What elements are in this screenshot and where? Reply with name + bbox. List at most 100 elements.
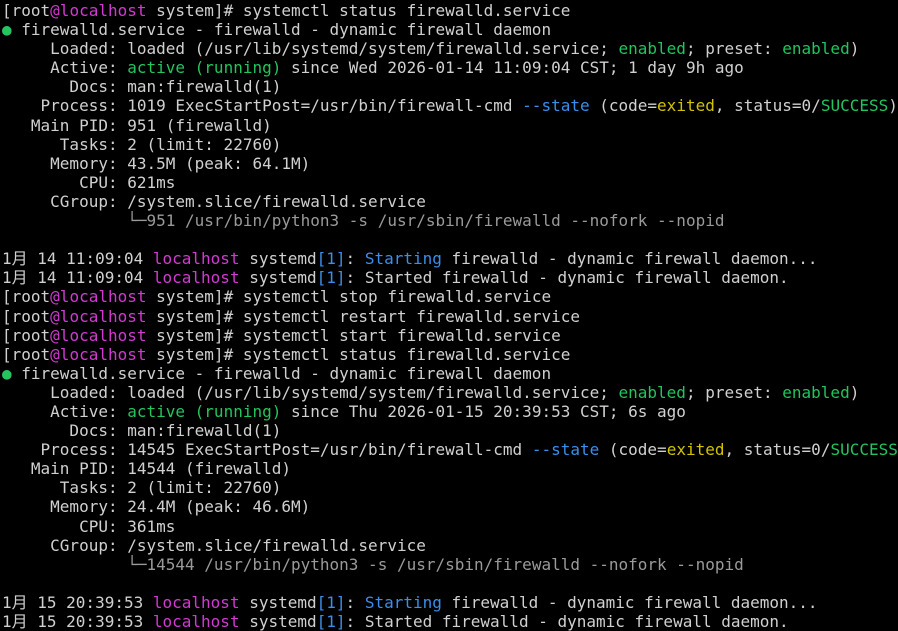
terminal-line: Main PID: 951 (firewalld) [0,116,898,135]
terminal-text-segment: Active: [2,402,127,421]
terminal-text-segment: ; preset: [686,39,782,58]
terminal-line: Docs: man:firewalld(1) [0,77,898,96]
terminal-text-segment: : [346,249,365,268]
terminal-text-segment: , status=0/ [715,96,821,115]
terminal-line [0,230,898,249]
terminal-line: CGroup: /system.slice/firewalld.service [0,536,898,555]
terminal-line: ● firewalld.service - firewalld - dynami… [0,20,898,39]
terminal-text-segment: active (running) [127,402,281,421]
terminal-line: Tasks: 2 (limit: 22760) [0,135,898,154]
terminal-text-segment: @localhost [50,326,146,345]
terminal-text-segment: [root [2,1,50,20]
terminal-line: Memory: 24.4M (peak: 46.6M) [0,497,898,516]
terminal-text-segment: @localhost [50,345,146,364]
terminal-line: Memory: 43.5M (peak: 64.1M) [0,154,898,173]
terminal-text-segment: [1] [317,249,346,268]
terminal-line [0,574,898,593]
terminal-line: CPU: 621ms [0,173,898,192]
terminal-text-segment: enabled [619,383,686,402]
terminal-text-segment: system]# systemctl stop firewalld.servic… [147,287,552,306]
terminal-text-segment: (code= [590,96,657,115]
terminal-output[interactable]: [root@localhost system]# systemctl statu… [0,0,898,631]
terminal-text-segment: ; preset: [686,383,782,402]
terminal-text-segment: exited [657,96,715,115]
terminal-text-segment: --state [532,440,599,459]
terminal-text-segment: system]# systemctl restart firewalld.ser… [147,307,580,326]
terminal-text-segment: firewalld - dynamic firewall daemon... [442,593,818,612]
terminal-text-segment: Loaded: loaded (/usr/lib/systemd/system/… [2,383,619,402]
terminal-text-segment: Main PID: 951 (firewalld) [2,116,272,135]
terminal-text-segment: ● [2,20,21,39]
terminal-text-segment: Starting [365,593,442,612]
terminal-text-segment: CPU: 361ms [2,517,175,536]
terminal-text-segment: 14544 /usr/bin/python3 -s /usr/sbin/fire… [147,555,744,574]
terminal-line: Process: 1019 ExecStartPost=/usr/bin/fir… [0,96,898,115]
terminal-text-segment: @localhost [50,307,146,326]
terminal-line: [root@localhost system]# systemctl start… [0,326,898,345]
terminal-text-segment: systemd [240,612,317,631]
terminal-line: Active: active (running) since Wed 2026-… [0,58,898,77]
terminal-text-segment: active (running) [127,58,281,77]
terminal-text-segment: ● [2,364,21,383]
terminal-text-segment: Main PID: 14544 (firewalld) [2,459,291,478]
terminal-line: └─951 /usr/bin/python3 -s /usr/sbin/fire… [0,211,898,230]
terminal-text-segment: localhost [153,612,240,631]
terminal-text-segment: [root [2,287,50,306]
terminal-text-segment: localhost [153,593,240,612]
terminal-text-segment: enabled [782,383,849,402]
terminal-line: 1月 14 11:09:04 localhost systemd[1]: Sta… [0,249,898,268]
terminal-text-segment: Tasks: 2 (limit: 22760) [2,135,281,154]
terminal-line: 1月 15 20:39:53 localhost systemd[1]: Sta… [0,593,898,612]
terminal-text-segment: , status=0/ [724,440,830,459]
terminal-text-segment: [root [2,345,50,364]
terminal-text-segment: firewalld.service - firewalld - dynamic … [21,20,551,39]
terminal-text-segment: since Thu 2026-01-15 20:39:53 CST; 6s ag… [281,402,686,421]
terminal-line: 1月 14 11:09:04 localhost systemd[1]: Sta… [0,268,898,287]
terminal-text-segment: --state [522,96,589,115]
terminal-text-segment: 1月 15 20:39:53 [2,593,153,612]
terminal-text-segment: 1月 14 11:09:04 [2,249,153,268]
terminal-line: Main PID: 14544 (firewalld) [0,459,898,478]
terminal-text-segment: enabled [619,39,686,58]
terminal-text-segment: localhost [153,268,240,287]
terminal-text-segment: system]# systemctl status firewalld.serv… [147,345,571,364]
terminal-text-segment: └─ [2,555,147,574]
terminal-line: [root@localhost system]# systemctl stop … [0,287,898,306]
terminal-line: [root@localhost system]# systemctl resta… [0,307,898,326]
terminal-text-segment: 1月 14 11:09:04 [2,268,153,287]
terminal-text-segment: CGroup: /system.slice/firewalld.service [2,192,426,211]
terminal-text-segment: Docs: man:firewalld(1) [2,77,281,96]
terminal-line: 1月 15 20:39:53 localhost systemd[1]: Sta… [0,612,898,631]
terminal-text-segment: ) [850,39,860,58]
terminal-text-segment: SUCCESS [821,96,888,115]
terminal-text-segment: [1] [317,268,346,287]
terminal-text-segment: firewalld - dynamic firewall daemon... [442,249,818,268]
terminal-line: CPU: 361ms [0,517,898,536]
terminal-text-segment: since Wed 2026-01-14 11:09:04 CST; 1 day… [281,58,743,77]
terminal-text-segment: : Started firewalld - dynamic firewall d… [346,268,789,287]
terminal-text-segment: systemd [240,249,317,268]
terminal-text-segment: ) [850,383,860,402]
terminal-text-segment: Memory: 24.4M (peak: 46.6M) [2,497,310,516]
terminal-text-segment: system]# systemctl start firewalld.servi… [147,326,561,345]
terminal-line: Loaded: loaded (/usr/lib/systemd/system/… [0,383,898,402]
terminal-text-segment: [1] [317,612,346,631]
terminal-line: └─14544 /usr/bin/python3 -s /usr/sbin/fi… [0,555,898,574]
terminal-text-segment: Loaded: loaded (/usr/lib/systemd/system/… [2,39,619,58]
terminal-text-segment: [root [2,307,50,326]
terminal-line: [root@localhost system]# systemctl statu… [0,1,898,20]
terminal-line: Active: active (running) since Thu 2026-… [0,402,898,421]
terminal-text-segment: ) [888,96,898,115]
terminal-text-segment: systemd [240,593,317,612]
terminal-text-segment: [1] [317,593,346,612]
terminal-line: CGroup: /system.slice/firewalld.service [0,192,898,211]
terminal-text-segment: 1月 15 20:39:53 [2,612,153,631]
terminal-line: [root@localhost system]# systemctl statu… [0,345,898,364]
terminal-text-segment: 951 /usr/bin/python3 -s /usr/sbin/firewa… [147,211,725,230]
terminal-text-segment: SUCCESS [830,440,897,459]
terminal-text-segment: Process: 1019 ExecStartPost=/usr/bin/fir… [2,96,522,115]
terminal-text-segment: Starting [365,249,442,268]
terminal-text-segment: systemd [240,268,317,287]
terminal-text-segment: @localhost [50,1,146,20]
terminal-text-segment: exited [667,440,725,459]
